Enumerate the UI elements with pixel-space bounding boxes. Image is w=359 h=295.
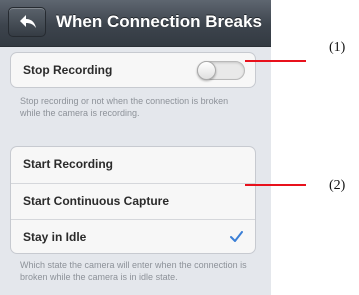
- back-button[interactable]: [8, 7, 46, 37]
- idle-options-footnote: Which state the camera will enter when t…: [20, 260, 247, 282]
- stop-recording-label: Stop Recording: [23, 63, 113, 77]
- toggle-knob: [197, 61, 216, 80]
- stop-recording-toggle[interactable]: [197, 61, 245, 80]
- idle-options-group: Start Recording Start Continuous Capture…: [10, 146, 256, 254]
- option-label: Start Continuous Capture: [23, 194, 169, 208]
- option-start-recording[interactable]: Start Recording: [11, 147, 255, 183]
- stop-recording-row: Stop Recording: [11, 53, 255, 89]
- navigation-bar: When Connection Breaks: [0, 0, 271, 47]
- stop-recording-group: Stop Recording: [10, 52, 256, 88]
- page-title: When Connection Breaks: [56, 12, 262, 31]
- callout-label-1: (1): [329, 40, 346, 55]
- stop-recording-footnote: Stop recording or not when the connectio…: [20, 96, 229, 118]
- callout-label-2: (2): [329, 178, 346, 193]
- option-label: Stay in Idle: [23, 230, 87, 244]
- callout-line-1: [245, 60, 306, 62]
- checkmark-icon: [230, 231, 243, 242]
- option-stay-in-idle[interactable]: Stay in Idle: [11, 219, 255, 255]
- callout-line-2: [245, 184, 306, 186]
- phone-screen: When Connection Breaks Stop Recording St…: [0, 0, 271, 295]
- back-arrow-icon: [20, 15, 36, 28]
- option-start-continuous-capture[interactable]: Start Continuous Capture: [11, 183, 255, 219]
- option-label: Start Recording: [23, 157, 114, 171]
